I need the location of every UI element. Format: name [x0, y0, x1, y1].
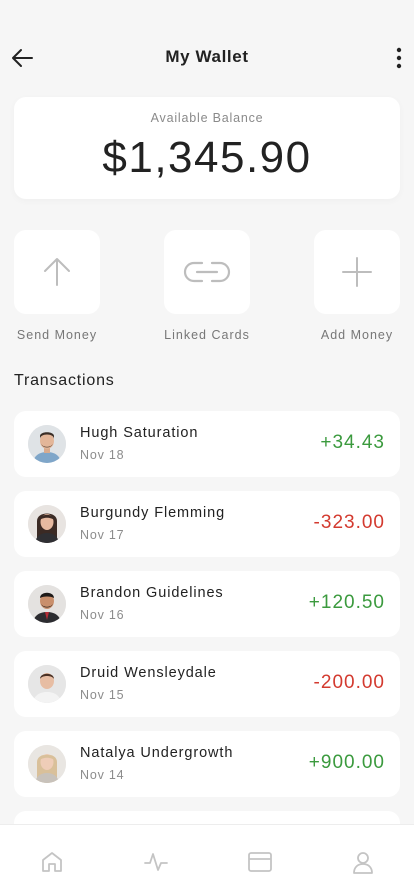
transaction-list: Hugh Saturation Nov 18 +34.43 Burgundy F… — [14, 411, 400, 831]
activity-icon — [144, 853, 168, 871]
profile-icon — [353, 852, 373, 874]
transactions-title: Transactions — [14, 372, 115, 389]
page-title: My Wallet — [165, 47, 249, 66]
home-icon — [42, 852, 62, 872]
transaction-date: Nov 15 — [80, 688, 125, 702]
balance-card: Available Balance $1,345.90 — [14, 97, 400, 199]
plus-icon — [342, 257, 372, 287]
transaction-date: Nov 17 — [80, 528, 125, 542]
link-icon — [183, 261, 231, 283]
send-money-tile[interactable] — [14, 230, 100, 314]
add-money-button[interactable]: Add Money — [302, 230, 412, 350]
avatar — [28, 425, 66, 463]
transaction-row[interactable]: Brandon Guidelines Nov 16 +120.50 — [14, 571, 400, 637]
card-icon — [248, 852, 272, 872]
transaction-date: Nov 18 — [80, 448, 125, 462]
linked-cards-button[interactable]: Linked Cards — [152, 230, 262, 350]
nav-profile[interactable] — [350, 849, 376, 875]
add-money-label: Add Money — [320, 328, 394, 342]
avatar — [28, 585, 66, 623]
send-money-button[interactable]: Send Money — [2, 230, 112, 350]
transaction-row[interactable]: Druid Wensleydale Nov 15 -200.00 — [14, 651, 400, 717]
transaction-amount: -323.00 — [313, 512, 385, 533]
transaction-name: Brandon Guidelines — [80, 585, 224, 601]
transaction-row[interactable]: Natalya Undergrowth Nov 14 +900.00 — [14, 731, 400, 797]
linked-cards-label: Linked Cards — [164, 328, 250, 342]
transaction-name: Burgundy Flemming — [80, 505, 226, 521]
avatar — [28, 745, 66, 783]
balance-amount: $1,345.90 — [102, 133, 312, 182]
transaction-name: Druid Wensleydale — [80, 665, 217, 681]
transaction-name: Hugh Saturation — [80, 425, 199, 441]
balance-label: Available Balance — [150, 111, 264, 125]
bottom-nav — [0, 824, 414, 896]
transaction-amount: +900.00 — [308, 752, 385, 773]
avatar — [28, 505, 66, 543]
transaction-date: Nov 16 — [80, 608, 125, 622]
nav-home[interactable] — [39, 849, 65, 875]
more-options-button[interactable] — [392, 44, 406, 72]
header: My Wallet — [0, 0, 414, 96]
send-money-label: Send Money — [16, 328, 98, 342]
avatar — [28, 665, 66, 703]
transaction-amount: -200.00 — [313, 672, 385, 693]
transaction-row[interactable]: Burgundy Flemming Nov 17 -323.00 — [14, 491, 400, 557]
nav-cards[interactable] — [247, 849, 273, 875]
more-vertical-icon — [396, 47, 402, 69]
transaction-amount: +34.43 — [320, 432, 385, 453]
add-money-tile[interactable] — [314, 230, 400, 314]
arrow-up-icon — [44, 258, 70, 286]
nav-activity[interactable] — [143, 849, 169, 875]
transaction-name: Natalya Undergrowth — [80, 745, 234, 761]
transaction-date: Nov 14 — [80, 768, 125, 782]
linked-cards-tile[interactable] — [164, 230, 250, 314]
transaction-row[interactable]: Hugh Saturation Nov 18 +34.43 — [14, 411, 400, 477]
transaction-amount: +120.50 — [308, 592, 385, 613]
